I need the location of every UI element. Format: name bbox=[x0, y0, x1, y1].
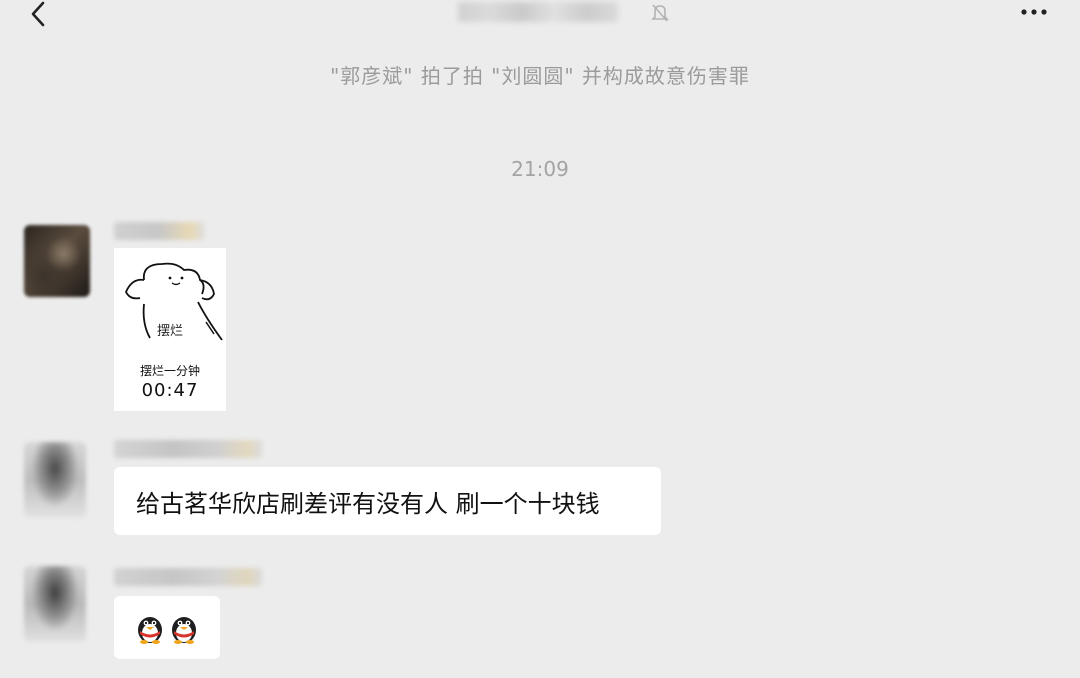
avatar[interactable] bbox=[24, 225, 90, 297]
qq-penguin-icon bbox=[172, 617, 196, 644]
more-button[interactable] bbox=[1018, 4, 1054, 20]
sticker-message[interactable]: 摆烂 摆烂一分钟 00:47 bbox=[114, 248, 226, 411]
sticker-timer: 00:47 bbox=[141, 380, 199, 401]
sticker-caption: 摆烂一分钟 bbox=[139, 364, 200, 378]
bell-off-icon bbox=[650, 2, 670, 24]
more-dots-icon bbox=[1021, 9, 1047, 15]
text-message-bubble[interactable]: 给古茗华欣店刷差评有没有人 刷一个十块钱 bbox=[114, 467, 661, 535]
chevron-left-icon bbox=[31, 1, 45, 27]
message-timestamp: 21:09 bbox=[511, 157, 569, 181]
sender-name-blurred bbox=[114, 222, 204, 240]
qq-penguin-icon bbox=[138, 617, 162, 644]
avatar[interactable] bbox=[24, 566, 86, 642]
sticker-label: 摆烂 bbox=[156, 324, 183, 339]
sender-name-blurred bbox=[114, 568, 262, 586]
sender-name-blurred bbox=[114, 440, 262, 458]
chat-title bbox=[450, 0, 680, 30]
chat-header bbox=[0, 0, 1080, 46]
sticker-character-icon bbox=[125, 262, 223, 341]
blurred-chat-title bbox=[458, 2, 618, 22]
message-text: 给古茗华欣店刷差评有没有人 刷一个十块钱 bbox=[136, 490, 600, 518]
system-notice: "郭彦斌" 拍了拍 "刘圆圆" 并构成故意伤害罪 bbox=[330, 64, 750, 88]
avatar[interactable] bbox=[24, 442, 86, 518]
emoji-message-bubble[interactable] bbox=[114, 596, 220, 659]
back-button[interactable] bbox=[22, 0, 58, 34]
